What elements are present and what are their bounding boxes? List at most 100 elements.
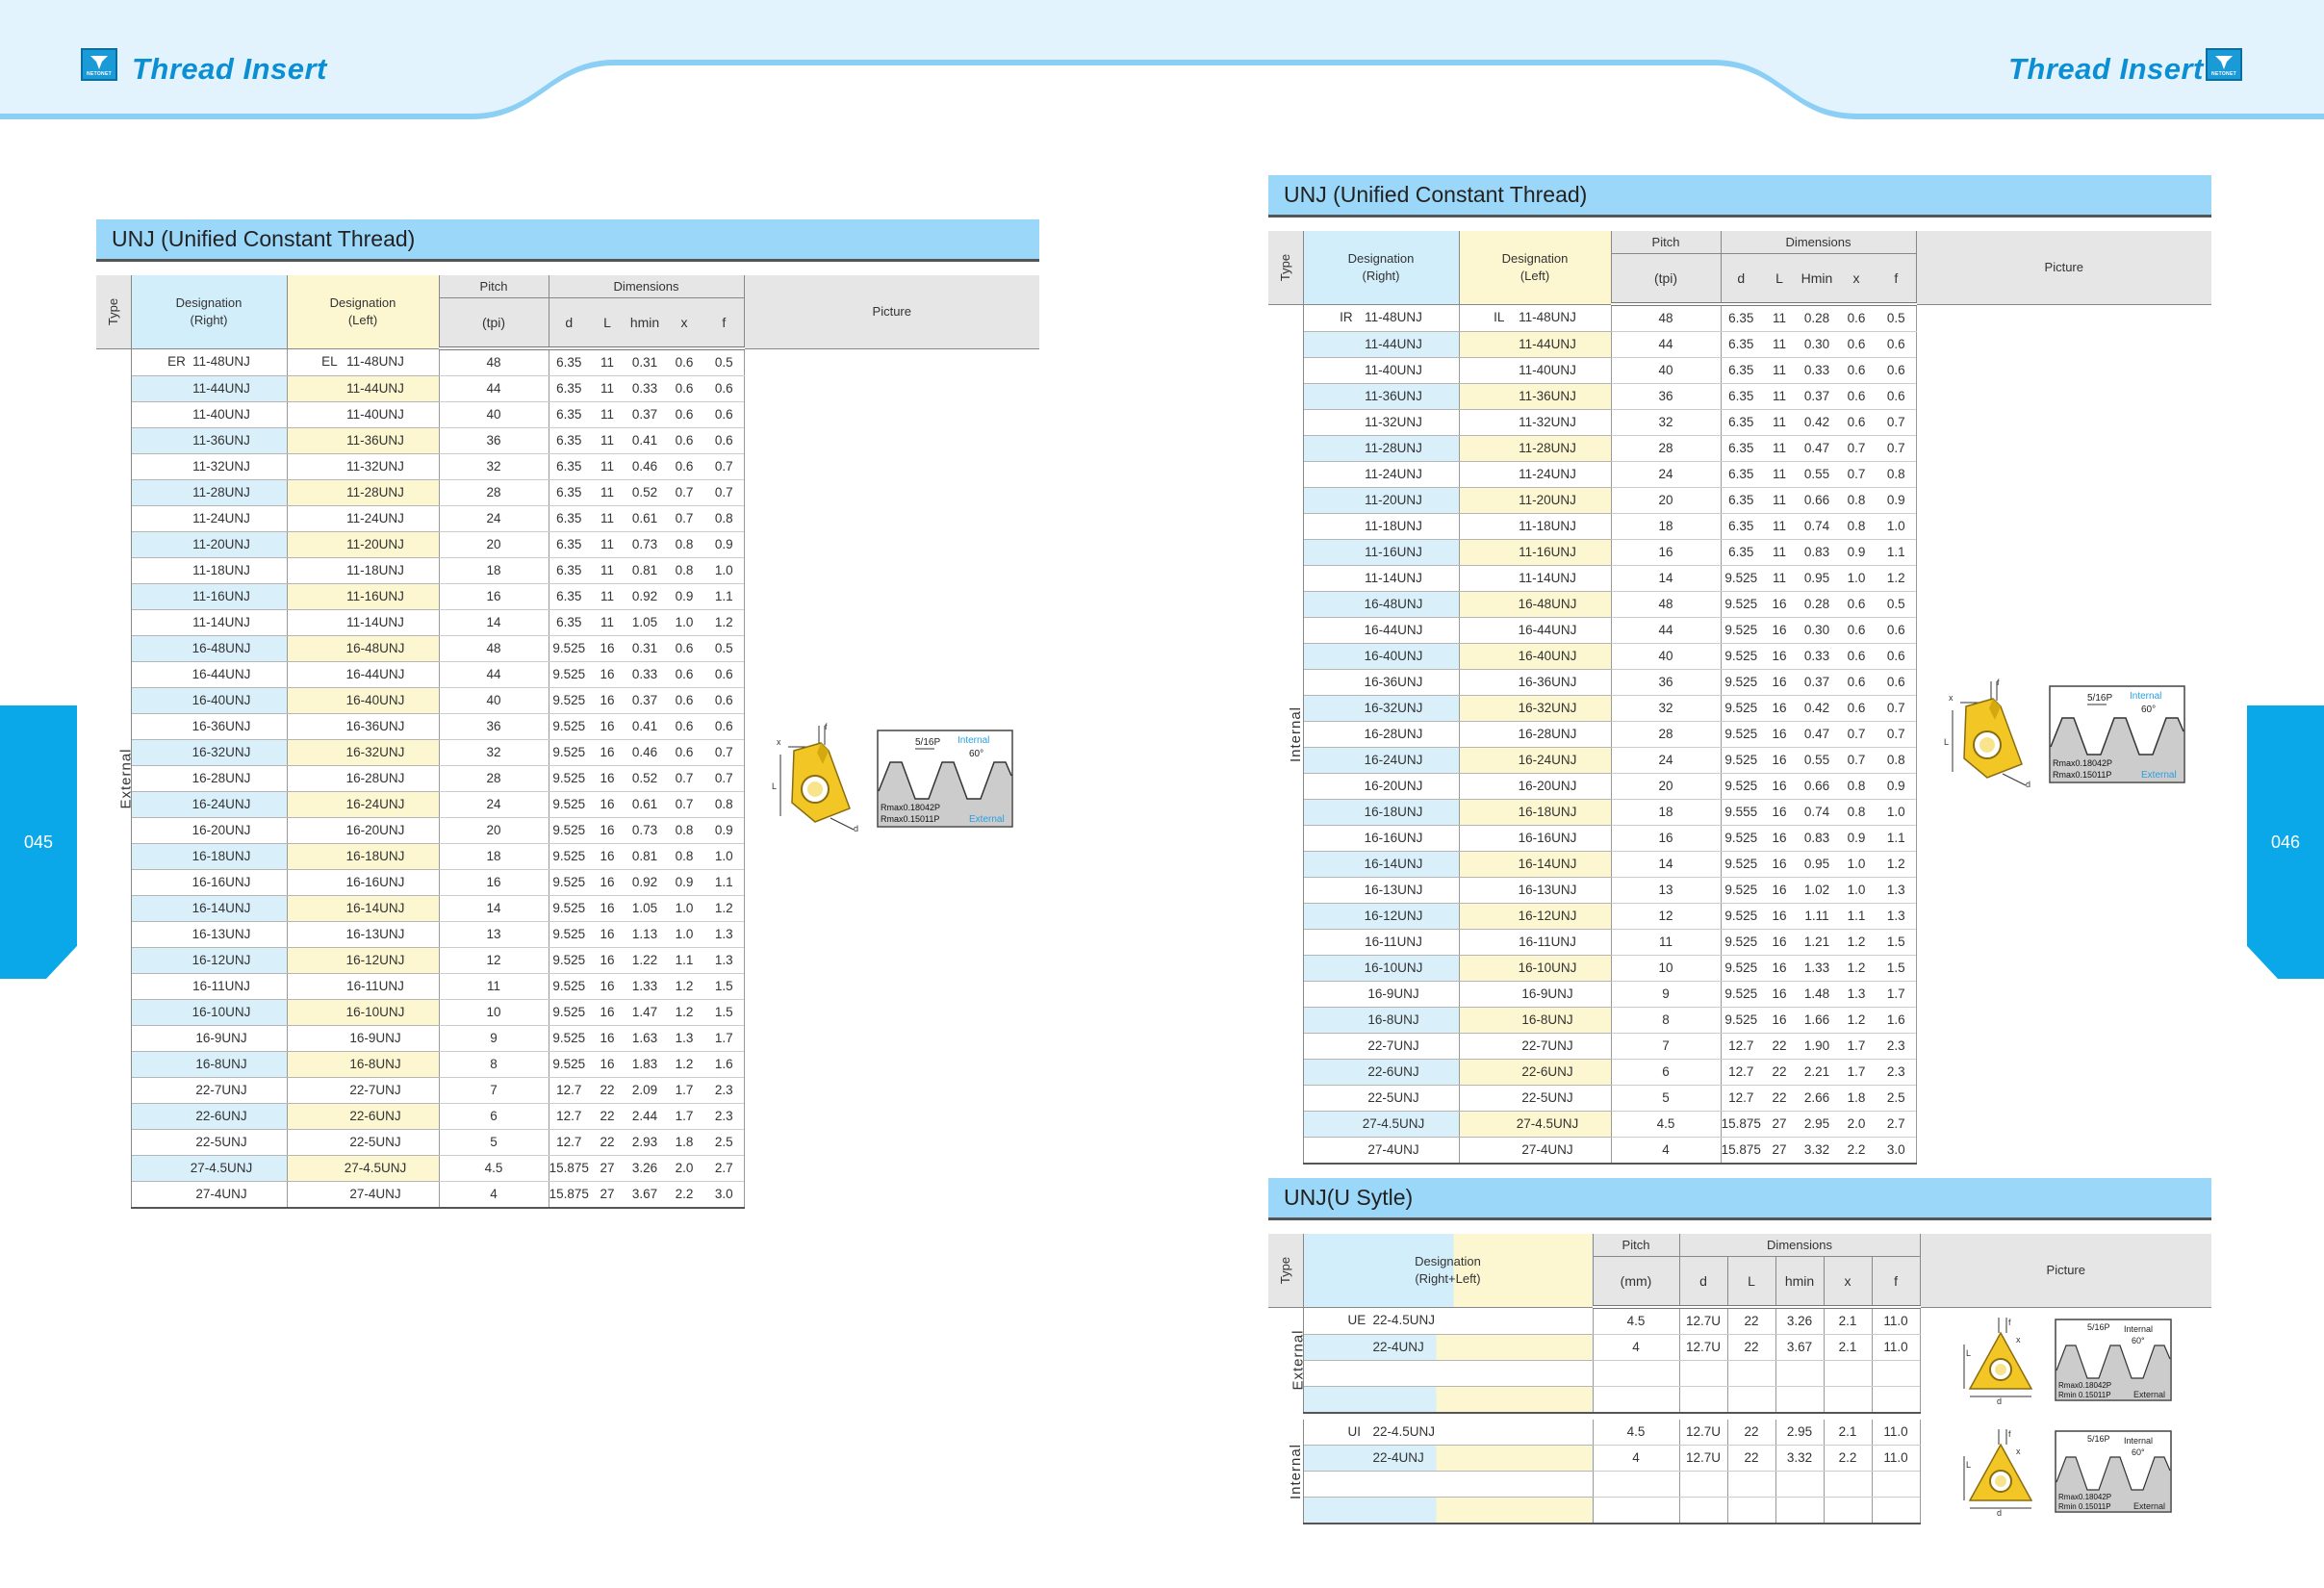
- designation-right-value: 11-16UNJ: [1365, 545, 1422, 559]
- x-value: 1.0: [664, 895, 704, 922]
- L-value: 22: [1726, 1420, 1775, 1446]
- designation-left-value: 16-36UNJ: [345, 719, 405, 733]
- hmin-value: 1.47: [626, 999, 664, 1026]
- thread-profile-drawing: 5/16P Internal 60° Rmax0.18042P Rmax0.15…: [877, 730, 1013, 828]
- designation-both: 22-4UNJ: [1303, 1334, 1593, 1361]
- d-value: 15.875: [1720, 1137, 1761, 1165]
- designation-right-header: Designation (Right): [130, 275, 287, 349]
- f-value: 1.0: [1877, 513, 1917, 540]
- L-value: [1726, 1360, 1775, 1387]
- pitch-value: 36: [438, 713, 549, 740]
- pitch-value: 16: [438, 869, 549, 896]
- designation-right: 11-40UNJ: [1303, 357, 1459, 384]
- designation-left-value: 27-4.5UNJ: [1516, 1116, 1579, 1131]
- f-value: 2.3: [704, 1077, 745, 1104]
- logo-text: NETONET: [87, 71, 112, 77]
- L-value: 16: [589, 1025, 626, 1052]
- hmin-value: 0.95: [1798, 565, 1836, 592]
- insert-drawing: f x L d: [1944, 678, 2030, 789]
- section-title-external: UNJ (Unified Constant Thread): [96, 219, 1039, 262]
- hmin-value: 2.44: [626, 1103, 664, 1130]
- hmin-value: 0.31: [626, 348, 664, 376]
- designation-right: 22-7UNJ: [1303, 1033, 1459, 1060]
- designation-right: 16-20UNJ: [131, 817, 287, 844]
- f-value: 1.5: [704, 973, 745, 1000]
- hmin-value: 1.22: [626, 947, 664, 974]
- table-row: Internal IR 11-48UNJ IL 11-48UNJ 48 6.35 11 0.28…: [1268, 304, 2212, 1164]
- designation-left-value: 16-20UNJ: [345, 823, 405, 837]
- designation-right: 16-13UNJ: [1303, 877, 1459, 904]
- pitch-value: 16: [1610, 825, 1721, 852]
- d-value: 9.525: [1720, 903, 1761, 930]
- x-value: 0.6: [664, 401, 704, 428]
- f-value: 1.3: [1877, 877, 1917, 904]
- L-value: 11: [589, 609, 626, 636]
- designation-right: 22-6UNJ: [131, 1103, 287, 1130]
- designation-left: 11-32UNJ: [1458, 409, 1611, 436]
- d-value: 6.35: [1720, 435, 1761, 462]
- L-value: 16: [1761, 747, 1798, 774]
- L-value: 16: [589, 739, 626, 766]
- L-value: 11: [589, 557, 626, 584]
- x-value: 0.9: [664, 869, 704, 896]
- f-value: 0.9: [1877, 487, 1917, 514]
- designation-right-value: 16-11UNJ: [1365, 935, 1422, 949]
- designation-right-value: 11-16UNJ: [192, 589, 250, 603]
- designation-left: 11-40UNJ: [286, 401, 439, 428]
- designation-right-value: 16-28UNJ: [192, 771, 251, 785]
- hmin-value: 3.67: [626, 1181, 664, 1209]
- mm-header: (mm): [1592, 1256, 1679, 1309]
- fig-rmax-label: Rmax0.18042P: [2058, 1493, 2111, 1501]
- designation-right: 16-10UNJ: [131, 999, 287, 1026]
- d-value: 9.525: [548, 661, 589, 688]
- designation-right: 11-20UNJ: [131, 531, 287, 558]
- hmin-value: 2.93: [626, 1129, 664, 1156]
- designation-left-value: 11-28UNJ: [1519, 441, 1576, 455]
- designation-right: 27-4.5UNJ: [1303, 1111, 1459, 1138]
- d-value: 9.525: [548, 713, 589, 740]
- x-header: x: [1823, 1256, 1872, 1309]
- L-value: 27: [589, 1155, 626, 1182]
- designation-right: 16-24UNJ: [1303, 747, 1459, 774]
- hmin-value: 0.33: [1798, 357, 1836, 384]
- dimensions-header: Dimensions: [1678, 1234, 1921, 1257]
- d-value: 6.35: [548, 557, 589, 584]
- x-value: 0.6: [1836, 643, 1877, 670]
- designation-value: 22-4UNJ: [1372, 1450, 1424, 1465]
- d-value: 9.525: [1720, 955, 1761, 982]
- designation-right: 16-16UNJ: [131, 869, 287, 896]
- designation-right-value: 11-20UNJ: [192, 537, 250, 551]
- fig-label-d: d: [1997, 1396, 2002, 1404]
- f-value: 1.2: [1877, 565, 1917, 592]
- type-label: External: [117, 748, 131, 809]
- L-value: 16: [589, 895, 626, 922]
- designation-both: [1303, 1471, 1593, 1498]
- designation-right-header: Designation (Right): [1302, 231, 1459, 305]
- f-value: 1.1: [704, 869, 745, 896]
- designation-left-value: 22-5UNJ: [1521, 1090, 1573, 1105]
- f-value: 2.3: [704, 1103, 745, 1130]
- designation-right-value: 27-4.5UNJ: [1362, 1116, 1425, 1131]
- d-value: 12.7: [1720, 1085, 1761, 1112]
- x-value: 1.0: [1836, 851, 1877, 878]
- designation-prefix: UE: [1347, 1313, 1366, 1328]
- picture-cell: f x L d 5/16P Internal 60° Rmax0.18042P …: [1919, 1420, 2212, 1524]
- designation-right-value: 16-32UNJ: [192, 745, 251, 759]
- L-header: L: [1761, 253, 1798, 306]
- designation-right-value: 11-18UNJ: [1365, 519, 1422, 533]
- f-value: 0.9: [704, 531, 745, 558]
- pitch-value: 18: [1610, 513, 1721, 540]
- f-value: 1.2: [704, 895, 745, 922]
- designation-right: 11-18UNJ: [131, 557, 287, 584]
- hmin-value: 0.33: [626, 661, 664, 688]
- x-value: 2.2: [1836, 1137, 1877, 1165]
- designation-right: 16-44UNJ: [131, 661, 287, 688]
- pitch-value: 13: [1610, 877, 1721, 904]
- hmin-value: [1775, 1386, 1824, 1414]
- designation-right: 16-40UNJ: [131, 687, 287, 714]
- f-header: f: [1877, 253, 1917, 306]
- designation-right-value: 16-24UNJ: [1364, 753, 1423, 767]
- designation-left-value: 16-40UNJ: [345, 693, 405, 707]
- x-value: 1.0: [1836, 565, 1877, 592]
- type-cell: Internal: [1268, 1420, 1304, 1524]
